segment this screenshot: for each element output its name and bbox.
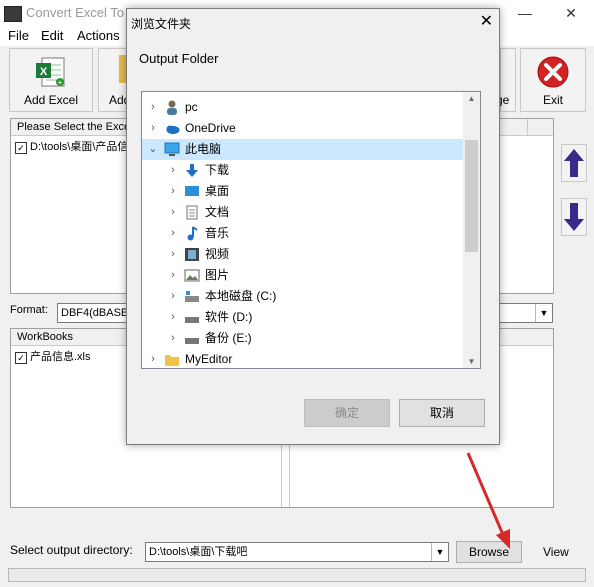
chevron-down-icon: ▼ — [535, 304, 552, 322]
scroll-up-icon[interactable]: ▲ — [463, 94, 480, 103]
chevron-right-icon[interactable]: › — [168, 202, 178, 223]
file-list-header-label: Please Select the Excel — [17, 121, 133, 133]
chevron-right-icon[interactable]: › — [148, 97, 158, 118]
tree-item-label: MyEditor — [185, 352, 233, 366]
chevron-right-icon[interactable]: › — [168, 244, 178, 265]
tree-item-drive-d[interactable]: › 软件 (D:) — [142, 307, 467, 328]
computer-icon — [164, 142, 180, 156]
tree-item-label: 音乐 — [205, 226, 230, 240]
chevron-right-icon[interactable]: › — [168, 223, 178, 244]
video-icon — [185, 248, 199, 261]
tree-item-label: 本地磁盘 (C:) — [205, 289, 277, 303]
tree-item-label: 此电脑 — [185, 142, 222, 156]
chevron-right-icon[interactable]: › — [168, 328, 178, 349]
output-dir-select[interactable]: D:\tools\桌面\下载吧 ▼ — [145, 542, 449, 562]
maximize-button[interactable] — [503, 0, 549, 26]
scrollbar-thumb[interactable] — [465, 140, 478, 252]
move-up-button[interactable] — [561, 144, 587, 182]
tree-item-drive-e[interactable]: › 备份 (E:) — [142, 328, 467, 349]
exit-button[interactable]: Exit — [520, 48, 586, 112]
tree-item-downloads[interactable]: › 下载 — [142, 160, 467, 181]
download-icon — [186, 164, 198, 177]
chevron-right-icon[interactable]: › — [148, 349, 158, 368]
workbook-name: 产品信息.xls — [30, 351, 91, 363]
tree-item-drive-c[interactable]: › 本地磁盘 (C:) — [142, 286, 467, 307]
tree-item-label: pc — [185, 100, 198, 114]
tree-item-label: OneDrive — [185, 121, 236, 135]
tree-item-pc[interactable]: › pc — [142, 97, 467, 118]
scroll-down-icon[interactable]: ▼ — [463, 357, 480, 366]
chevron-right-icon[interactable]: › — [148, 118, 158, 139]
checkbox-icon[interactable]: ✓ — [15, 352, 27, 364]
tree-item-documents[interactable]: › 文档 — [142, 202, 467, 223]
chevron-right-icon[interactable]: › — [168, 307, 178, 328]
pictures-icon — [184, 269, 200, 282]
tree-item-myeditor[interactable]: › MyEditor — [142, 349, 467, 368]
output-dir-value: D:\tools\桌面\下载吧 — [149, 546, 248, 558]
excel-file-icon: X + — [36, 57, 65, 87]
add-folder-button[interactable]: Add — [98, 48, 130, 112]
chevron-down-icon[interactable]: ⌄ — [148, 139, 158, 160]
tree-item-desktop[interactable]: › 桌面 — [142, 181, 467, 202]
chevron-right-icon[interactable]: › — [168, 286, 178, 307]
add-excel-button[interactable]: X + Add Excel — [9, 48, 93, 112]
arrow-up-icon — [564, 149, 584, 177]
tree-item-this-pc[interactable]: ⌄ 此电脑 — [142, 139, 467, 160]
dialog-subtitle: Output Folder — [139, 51, 219, 66]
tree-item-onedrive[interactable]: › OneDrive — [142, 118, 467, 139]
exit-label: Exit — [542, 93, 563, 107]
add-excel-label: Add Excel — [23, 93, 79, 107]
arrow-down-icon — [564, 203, 584, 231]
user-icon — [167, 100, 177, 115]
tree-item-label: 文档 — [205, 205, 230, 219]
format-label: Format: — [10, 304, 48, 316]
ok-button[interactable]: 确定 — [304, 399, 390, 427]
workbooks-header-label: WorkBooks — [17, 331, 74, 343]
tree-item-label: 视频 — [205, 247, 230, 261]
svg-text:+: + — [58, 78, 63, 87]
chevron-right-icon[interactable]: › — [168, 181, 178, 202]
tree-item-label: 软件 (D:) — [205, 310, 253, 324]
close-button[interactable]: ✕ — [548, 0, 594, 26]
svg-text:X: X — [40, 66, 48, 78]
music-icon — [187, 226, 198, 241]
desktop-icon — [185, 186, 199, 196]
view-button[interactable]: View — [543, 545, 569, 559]
cloud-icon — [166, 125, 180, 134]
browse-folder-dialog: 浏览文件夹 ✕ Output Folder › pc › OneDrive ⌄ … — [126, 8, 500, 445]
tree-scrollbar[interactable]: ▲ ▼ — [463, 92, 480, 368]
tree-item-label: 图片 — [205, 268, 230, 282]
drive-icon — [185, 338, 199, 344]
folder-icon — [165, 355, 179, 366]
tree-item-pictures[interactable]: › 图片 — [142, 265, 467, 286]
app-icon — [4, 6, 22, 22]
change-button[interactable]: ge — [496, 48, 516, 112]
status-bar — [8, 568, 586, 582]
documents-icon — [186, 205, 198, 220]
drive-icon — [185, 317, 199, 323]
move-down-button[interactable] — [561, 198, 587, 236]
exit-icon — [537, 56, 569, 88]
annotation-arrow-icon — [466, 452, 510, 549]
cancel-button[interactable]: 取消 — [399, 399, 485, 427]
tree-item-label: 备份 (E:) — [205, 331, 252, 345]
tree-item-label: 下载 — [205, 163, 230, 177]
folder-tree[interactable]: › pc › OneDrive ⌄ 此电脑 › 下载 › 桌面 › 文档 › 音… — [141, 91, 481, 369]
menu-edit[interactable]: Edit — [41, 28, 63, 43]
checkbox-icon[interactable]: ✓ — [15, 142, 27, 154]
drive-icon — [185, 291, 199, 302]
format-value: DBF4(dBASE — [61, 307, 129, 319]
chevron-right-icon[interactable]: › — [168, 265, 178, 286]
menu-actions[interactable]: Actions — [77, 28, 120, 43]
dialog-close-icon[interactable]: ✕ — [480, 11, 493, 31]
output-dir-label: Select output directory: — [10, 543, 133, 557]
file-path: D:\tools\桌面\产品信 — [30, 141, 129, 153]
tree-item-label: 桌面 — [205, 184, 230, 198]
tree-item-music[interactable]: › 音乐 — [142, 223, 467, 244]
tree-item-videos[interactable]: › 视频 — [142, 244, 467, 265]
chevron-right-icon[interactable]: › — [168, 160, 178, 181]
dialog-title: 浏览文件夹 — [131, 17, 192, 31]
chevron-down-icon: ▼ — [431, 543, 448, 561]
menu-file[interactable]: File — [8, 28, 29, 43]
